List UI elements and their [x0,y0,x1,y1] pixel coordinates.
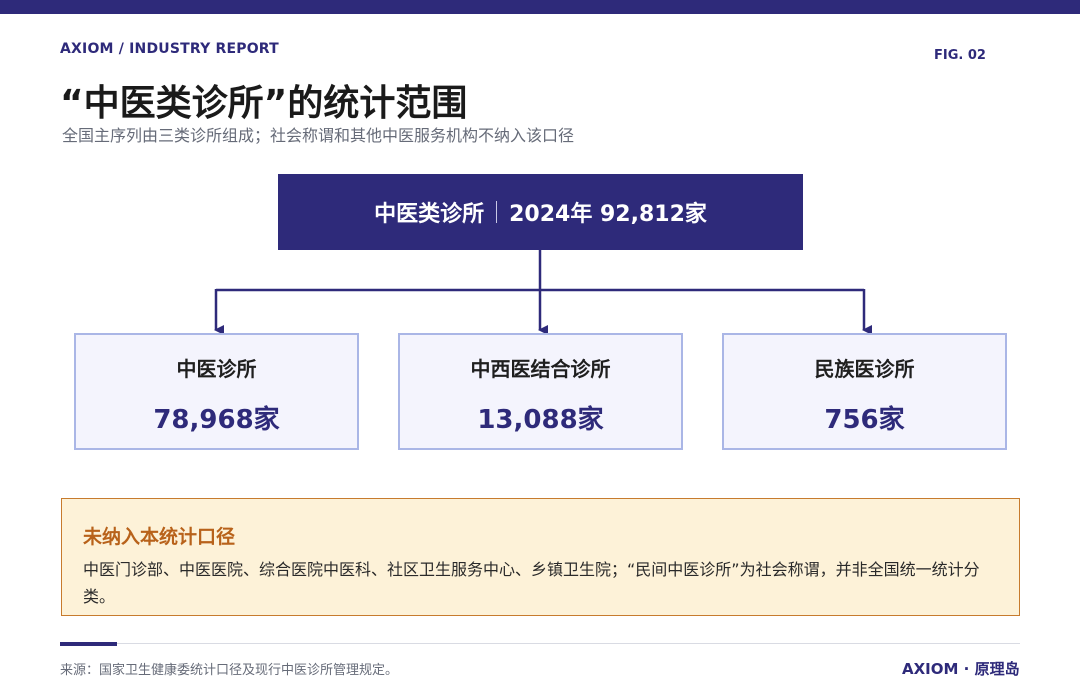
child-node-value: 756家 [824,405,905,435]
child-node-name: 中医诊所 [176,357,257,381]
note-text: 中医门诊部、中医医院、综合医院中医科、社区卫生服务中心、乡镇卫生院；“民间中医诊… [83,560,980,606]
source-note: 来源：国家卫生健康委统计口径及现行中医诊所管理规定。 [60,663,399,678]
note-title: 未纳入本统计口径 [83,526,236,548]
root-node-value: 2024年 92,812家 [509,202,707,227]
footer-brand: AXIOM · 原理岛 [902,660,1020,678]
child-node-value: 78,968家 [153,405,280,435]
root-node: 中医类诊所 2024年 92,812家 [278,174,803,250]
child-node-tcm-clinic: 中医诊所 78,968家 [74,333,359,450]
footer-accent-bar [60,642,117,646]
child-node-name: 民族医诊所 [814,357,915,381]
child-node-ethnic-clinic: 民族医诊所 756家 [722,333,1007,450]
root-node-divider [496,201,498,223]
child-node-name: 中西医结合诊所 [470,357,611,381]
child-node-integrated-clinic: 中西医结合诊所 13,088家 [398,333,683,450]
exclusion-note: 未纳入本统计口径 中医门诊部、中医医院、综合医院中医科、社区卫生服务中心、乡镇卫… [61,498,1020,616]
root-node-name: 中医类诊所 [374,202,485,227]
footer-divider [117,643,1020,644]
child-node-value: 13,088家 [477,405,604,435]
